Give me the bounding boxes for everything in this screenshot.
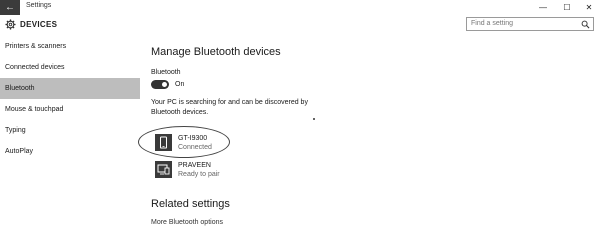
sidebar: Printers & scanners Connected devices Bl…: [0, 36, 140, 162]
sidebar-item-autoplay[interactable]: AutoPlay: [0, 141, 140, 162]
gear-icon: [5, 19, 16, 30]
sidebar-item-bluetooth[interactable]: Bluetooth: [0, 78, 140, 99]
back-arrow-icon: ←: [5, 2, 15, 13]
back-button[interactable]: ←: [0, 0, 20, 15]
maximize-button[interactable]: ☐: [556, 0, 578, 15]
bluetooth-label: Bluetooth: [151, 69, 181, 76]
discovery-description: Your PC is searching for and can be disc…: [151, 99, 308, 116]
highlight-annotation: [138, 126, 230, 158]
search-icon[interactable]: [581, 20, 590, 29]
related-settings-heading: Related settings: [151, 198, 230, 210]
section-title: DEVICES: [20, 20, 58, 29]
more-bluetooth-options-link[interactable]: More Bluetooth options: [151, 219, 223, 226]
page-title: Manage Bluetooth devices: [151, 46, 281, 58]
device-name: PRAVEEN: [178, 162, 211, 169]
title-bar: ← Settings — ☐ ✕: [0, 0, 600, 15]
sidebar-item-connected-devices[interactable]: Connected devices: [0, 57, 140, 78]
cursor-dot: [313, 118, 315, 120]
sidebar-item-typing[interactable]: Typing: [0, 120, 140, 141]
sidebar-item-mouse-touchpad[interactable]: Mouse & touchpad: [0, 99, 140, 120]
toggle-knob: [162, 82, 167, 87]
device-praveen[interactable]: PRAVEEN Ready to pair: [155, 161, 355, 181]
search-input[interactable]: Find a setting: [471, 20, 513, 27]
close-button[interactable]: ✕: [578, 0, 600, 15]
minimize-button[interactable]: —: [532, 0, 554, 15]
sidebar-item-printers-scanners[interactable]: Printers & scanners: [0, 36, 140, 57]
bluetooth-toggle[interactable]: [151, 80, 169, 89]
device-status: Ready to pair: [178, 171, 220, 178]
window-title: Settings: [26, 2, 52, 9]
search-box[interactable]: Find a setting: [466, 17, 594, 31]
bluetooth-state: On: [175, 81, 185, 88]
computer-icon: [155, 161, 172, 178]
